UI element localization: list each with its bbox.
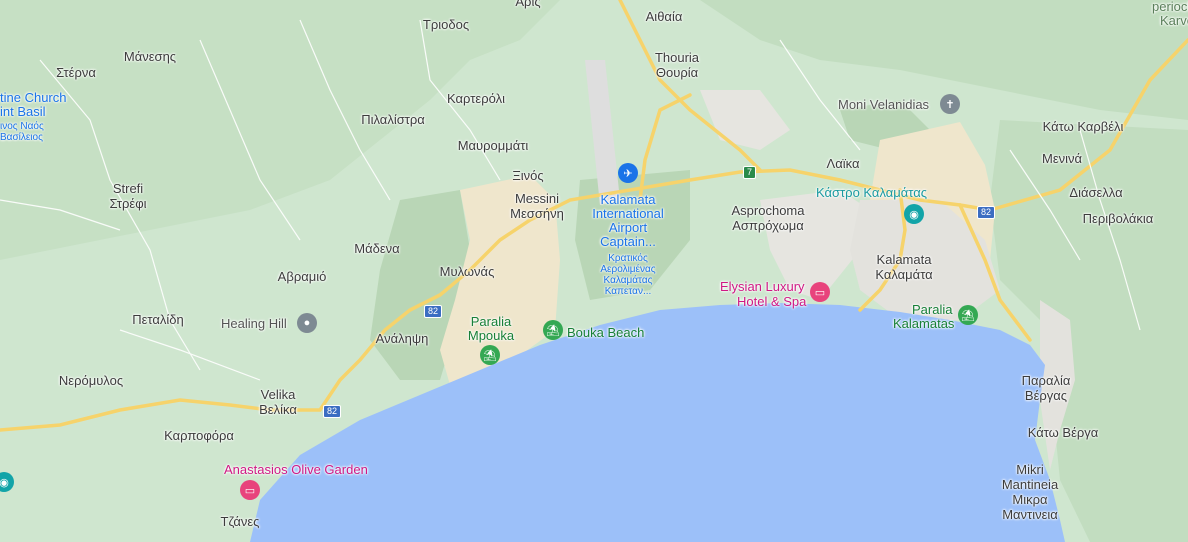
place-label[interactable]: Αιθαία xyxy=(646,9,683,25)
place-label[interactable]: Νερόμυλος xyxy=(59,373,123,389)
airport-icon[interactable]: ✈ xyxy=(618,163,638,183)
airport-label[interactable]: Airport xyxy=(609,221,647,235)
place-label[interactable]: Καρποφόρα xyxy=(164,428,234,444)
place-label[interactable]: Καρτερόλι xyxy=(447,91,505,107)
place-label[interactable]: Karve xyxy=(1160,13,1188,29)
place-label[interactable]: Θουρία xyxy=(656,65,698,81)
airport-label[interactable]: Kalamata xyxy=(601,193,656,207)
poi-label[interactable]: Healing Hill xyxy=(221,316,287,332)
church-poi-label[interactable]: int Basil xyxy=(0,105,46,119)
place-label[interactable]: Ανάληψη xyxy=(376,331,429,347)
place-label[interactable]: Τριοδος xyxy=(423,17,469,33)
place-label[interactable]: Μαντινεια xyxy=(1002,507,1058,523)
place-label[interactable]: Τζάνες xyxy=(221,514,260,530)
place-label[interactable]: Asprochoma xyxy=(732,203,805,219)
place-label[interactable]: Κάτω Βέργα xyxy=(1028,425,1099,441)
beach-umbrella-icon[interactable]: ⛱ xyxy=(958,305,978,325)
place-label[interactable]: Ξινός xyxy=(512,168,543,184)
place-label[interactable]: Mikri xyxy=(1016,462,1043,478)
camera-icon[interactable]: ◉ xyxy=(904,204,924,224)
place-label[interactable]: Καλαμάτα xyxy=(875,267,932,283)
beach-label[interactable]: Bouka Beach xyxy=(567,325,644,341)
place-label[interactable]: Πεταλίδη xyxy=(132,312,184,328)
church-poi-label[interactable]: tine Church xyxy=(0,91,66,105)
hotel-bed-icon[interactable]: ▭ xyxy=(240,480,260,500)
place-label[interactable]: Μεσσήνη xyxy=(510,206,564,222)
airport-label-greek[interactable]: Καπεταν... xyxy=(605,286,652,297)
place-label[interactable]: Μυλωνάς xyxy=(440,264,495,280)
place-label[interactable]: Στέρνα xyxy=(56,65,96,81)
place-label[interactable]: Mantineia xyxy=(1002,477,1058,493)
place-label[interactable]: Velika xyxy=(261,387,296,403)
place-label[interactable]: Μάνεσης xyxy=(124,49,176,65)
beach-label[interactable]: Μpouka xyxy=(468,328,514,344)
place-label[interactable]: Διάσελλα xyxy=(1069,185,1122,201)
beach-umbrella-icon[interactable]: ⛱ xyxy=(543,320,563,340)
place-label[interactable]: Μάδενα xyxy=(354,241,399,257)
hotel-label[interactable]: Hotel & Spa xyxy=(737,294,806,310)
place-label[interactable]: Thouria xyxy=(655,50,699,66)
route-82-shield: 82 xyxy=(323,405,342,418)
airport-label-greek[interactable]: Κρατικός xyxy=(608,253,648,264)
castle-label[interactable]: Κάστρο Καλαμάτας xyxy=(816,185,927,201)
place-label[interactable]: Μικρα xyxy=(1012,492,1047,508)
route-82-shield: 82 xyxy=(424,305,443,318)
airport-label-greek[interactable]: Αερολιμένας xyxy=(600,264,655,275)
airport-label-greek[interactable]: Καλαμάτας xyxy=(604,275,653,286)
place-label[interactable]: Ασπρόχωμα xyxy=(732,218,804,234)
map-base-layer xyxy=(0,0,1188,542)
place-label[interactable]: Αβραμιό xyxy=(278,269,327,285)
airport-label[interactable]: Captain... xyxy=(600,235,656,249)
place-label[interactable]: Κάτω Καρβέλι xyxy=(1043,119,1124,135)
place-label[interactable]: Παραλία xyxy=(1022,373,1071,389)
place-pin-icon[interactable]: ● xyxy=(297,313,317,333)
beach-umbrella-icon[interactable]: ⛱ xyxy=(480,345,500,365)
place-label[interactable]: Περιβολάκια xyxy=(1083,211,1154,227)
cross-icon[interactable]: ✝ xyxy=(940,94,960,114)
hotel-label[interactable]: Anastasios Olive Garden xyxy=(224,462,368,478)
place-label[interactable]: Strefi xyxy=(113,181,143,197)
map-canvas[interactable]: 82 82 82 7 Αρις Αιθαία Τριοδος Στέρνα Μά… xyxy=(0,0,1188,542)
route-82-shield: 82 xyxy=(977,206,996,219)
place-label[interactable]: Στρέφι xyxy=(109,196,146,212)
church-poi-label[interactable]: ινος Ναός xyxy=(0,121,44,132)
place-label[interactable]: Μενινά xyxy=(1042,151,1082,167)
place-label[interactable]: Βελίκα xyxy=(259,402,297,418)
airport-label[interactable]: International xyxy=(592,207,664,221)
hotel-bed-icon[interactable]: ▭ xyxy=(810,282,830,302)
place-label[interactable]: Αρις xyxy=(515,0,540,10)
beach-label[interactable]: Kalamatas xyxy=(893,316,954,332)
church-poi-label[interactable]: Βασίλειος xyxy=(0,132,43,143)
place-label[interactable]: Λαϊκα xyxy=(827,156,860,172)
hotel-label[interactable]: Elysian Luxury xyxy=(720,279,805,295)
place-label[interactable]: Kalamata xyxy=(877,252,932,268)
place-label[interactable]: Messini xyxy=(515,191,559,207)
monastery-label[interactable]: Moni Velanidias xyxy=(838,97,929,113)
place-label[interactable]: Μαυρομμάτι xyxy=(458,138,529,154)
place-label[interactable]: Βέργας xyxy=(1025,388,1067,404)
route-7-shield: 7 xyxy=(743,166,757,179)
place-label[interactable]: Πιλαλίστρα xyxy=(361,112,425,128)
